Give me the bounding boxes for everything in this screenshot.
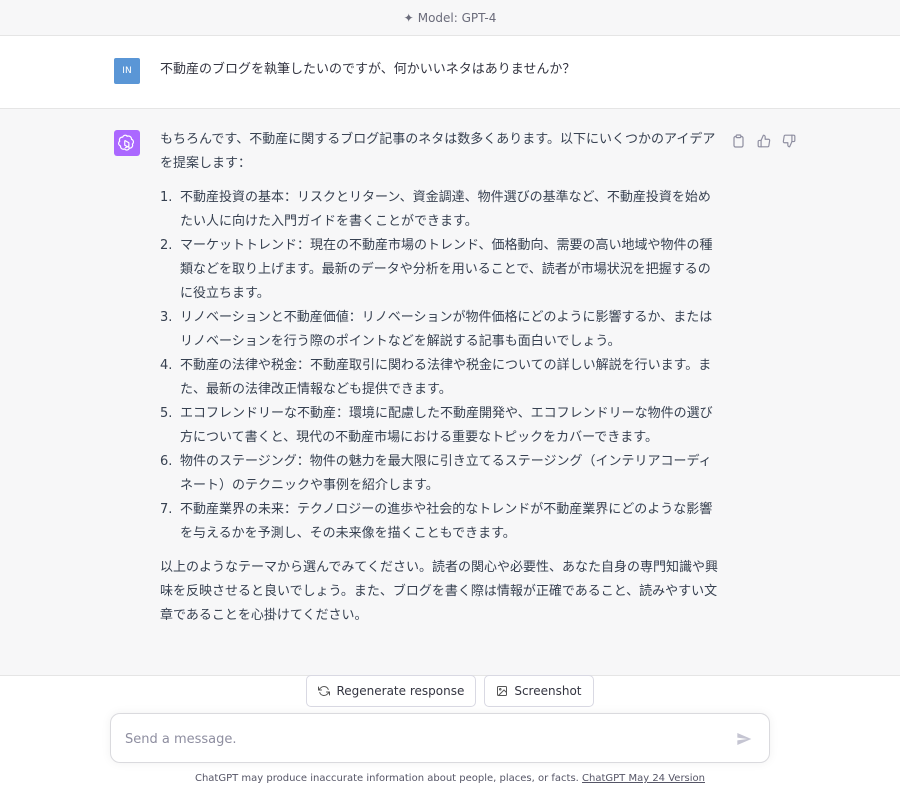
assistant-message-row: もちろんです、不動産に関するブログ記事のネタは数多くあります。以下にいくつかのア… [0,109,900,676]
list-item-text: マーケットトレンド：現在の不動産市場のトレンド、価格動向、需要の高い地域や物件の… [180,238,713,301]
model-header: ✦ Model: GPT-4 [0,0,900,36]
refresh-icon [318,685,331,697]
list-item-text: 不動産業界の未来：テクノロジーの進歩や社会的なトレンドが不動産業界にどのような影… [180,502,713,541]
message-composer [110,713,770,763]
list-item-number: 1. [160,190,173,205]
thumbs-down-icon [782,134,795,147]
disclaimer-text: ChatGPT may produce inaccurate informati… [194,773,583,784]
list-item: 5. エコフレンドリーな不動産：環境に配慮した不動産開発や、エコフレンドリーな物件… [160,402,720,450]
message-actions [730,132,797,149]
list-item-text: 不動産の法律や税金：不動産取引に関わる法律や税金についての詳しい解説を行います。… [180,358,712,397]
list-item-text: 物件のステージング：物件の魅力を最大限に引き立てるステージング（インテリアコーデ… [180,454,712,493]
response-actions: Regenerate response Screenshot [0,675,900,707]
list-item-number: 3. [160,310,173,325]
user-avatar: IN [114,58,140,84]
send-icon [737,733,752,745]
list-item-text: エコフレンドリーな不動産：環境に配慮した不動産開発や、エコフレンドリーな物件の選… [180,406,713,445]
thumbs-up-icon [757,134,770,147]
list-item-number: 7. [160,502,173,517]
list-item: 7. 不動産業界の未来：テクノロジーの進歩や社会的なトレンドが不動産業界にどのよう… [160,498,720,546]
openai-logo-icon [114,130,140,156]
list-item: 3. リノベーションと不動産価値：リノベーションが物件価格にどのように影響するか、… [160,306,720,354]
image-icon [497,686,508,696]
version-link[interactable]: ChatGPT May 24 Version [582,773,705,784]
copy-button[interactable] [730,132,747,149]
assistant-message-content: もちろんです、不動産に関するブログ記事のネタは数多くあります。以下にいくつかのア… [160,128,720,628]
idea-list: 1. 不動産投資の基本：リスクとリターン、資金調達、物件選びの基準など、不動産投資… [160,186,720,546]
list-item-text: リノベーションと不動産価値：リノベーションが物件価格にどのように影響するか、また… [180,310,713,349]
model-label: Model: GPT-4 [417,10,497,25]
message-input[interactable] [125,726,715,752]
send-button[interactable] [735,730,753,748]
list-item-text: 不動産投資の基本：リスクとリターン、資金調達、物件選びの基準など、不動産投資を始… [180,190,711,229]
sparkle-icon: ✦ [403,10,414,25]
assistant-intro: もちろんです、不動産に関するブログ記事のネタは数多くあります。以下にいくつかのア… [160,132,716,171]
regenerate-response-button[interactable]: Regenerate response [306,675,477,707]
list-item-number: 4. [160,358,173,373]
thumbs-down-button[interactable] [780,132,797,149]
list-item: 6. 物件のステージング：物件の魅力を最大限に引き立てるステージング（インテリアコ… [160,450,720,498]
footer-disclaimer: ChatGPT may produce inaccurate informati… [0,773,900,784]
user-message-text: 不動産のブログを執筆したいのですが、何かいいネタはありませんか？ [160,62,576,77]
regenerate-label: Regenerate response [336,684,465,698]
list-item-number: 5. [160,406,173,421]
list-item-number: 2. [160,238,173,253]
list-item: 1. 不動産投資の基本：リスクとリターン、資金調達、物件選びの基準など、不動産投資… [160,186,720,234]
list-item: 4. 不動産の法律や税金：不動産取引に関わる法律や税金についての詳しい解説を行いま… [160,354,720,402]
screenshot-button[interactable]: Screenshot [484,675,594,707]
screenshot-label: Screenshot [514,684,582,698]
list-item: 2. マーケットトレンド：現在の不動産市場のトレンド、価格動向、需要の高い地域や物… [160,234,720,306]
user-message-row: IN 不動産のブログを執筆したいのですが、何かいいネタはありませんか？ [0,36,900,109]
list-item-number: 6. [160,454,173,469]
clipboard-icon [733,133,744,148]
thumbs-up-button[interactable] [755,132,772,149]
assistant-outro: 以上のようなテーマから選んでみてください。読者の関心や必要性、あなた自身の専門知… [160,560,718,623]
